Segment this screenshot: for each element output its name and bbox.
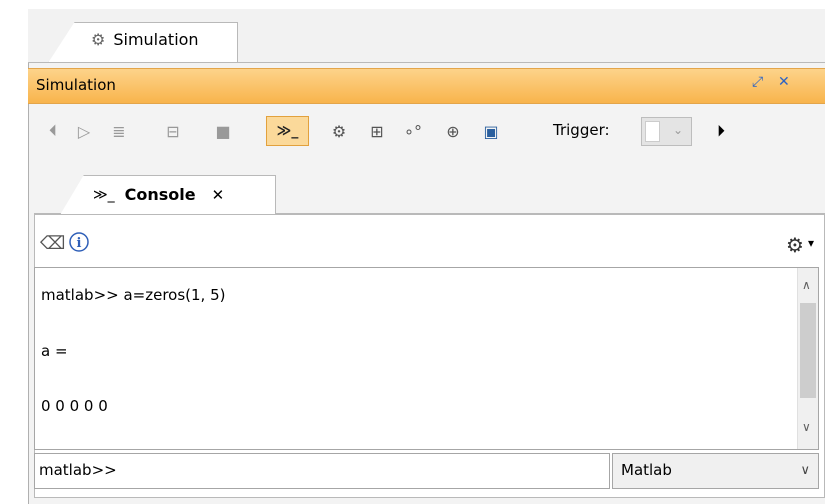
close-icon[interactable]: ✕ xyxy=(778,74,790,90)
tab-simulation-label: Simulation xyxy=(113,30,199,49)
chevron-right-icon[interactable]: ⏵ xyxy=(708,118,734,144)
chevron-down-icon: ∨ xyxy=(800,463,810,478)
scroll-up-icon[interactable]: ∧ xyxy=(802,278,811,292)
panel-header xyxy=(28,68,825,104)
command-input[interactable]: matlab>> xyxy=(34,453,610,489)
console-toggle-button[interactable]: ≫_ xyxy=(266,116,309,146)
step-back-icon[interactable]: ⏴ xyxy=(40,118,66,144)
console-tab-label: Console xyxy=(124,185,196,204)
tab-simulation[interactable]: ⚙ Simulation xyxy=(48,22,238,63)
export-icon[interactable]: ▣ xyxy=(478,118,504,144)
nodes-icon[interactable]: ∘° xyxy=(400,118,426,144)
output-line: 0 0 0 0 0 xyxy=(41,397,108,415)
simulation-icon[interactable]: ⚙ xyxy=(326,118,352,144)
console-tab-icon: ≫_ xyxy=(93,186,115,203)
step-over-icon[interactable]: ⊟ xyxy=(160,118,186,144)
scroll-down-icon[interactable]: ∨ xyxy=(802,420,811,434)
console-icon: ≫_ xyxy=(276,123,299,139)
stop-icon[interactable]: ■ xyxy=(210,118,236,144)
eraser-icon[interactable]: ⌫ xyxy=(40,233,65,254)
simulation-gear-icon: ⚙ xyxy=(91,30,106,49)
restore-icon[interactable]: ⤢ xyxy=(752,74,763,90)
language-select-value: Matlab xyxy=(621,461,672,479)
language-select[interactable]: Matlab ∨ xyxy=(612,453,819,489)
tab-console[interactable]: ≫_ Console ✕ xyxy=(60,175,276,215)
output-line: matlab>> a=zeros(1, 5) xyxy=(41,286,226,304)
chevron-down-icon[interactable]: ▾ xyxy=(808,236,814,250)
tree-icon[interactable]: ⊞ xyxy=(364,118,390,144)
chevron-down-icon: ⌄ xyxy=(672,123,683,137)
gear-icon[interactable]: ⚙ xyxy=(786,233,804,257)
output-line: a = xyxy=(41,342,68,360)
lock-icon[interactable]: ⊕ xyxy=(440,118,466,144)
scroll-thumb[interactable] xyxy=(800,303,816,398)
step-into-icon[interactable]: ≣ xyxy=(106,118,132,144)
close-icon[interactable]: ✕ xyxy=(212,186,225,204)
trigger-select[interactable]: ⌄ xyxy=(641,117,692,146)
trigger-value xyxy=(645,121,660,142)
step-forward-icon[interactable]: ▷ xyxy=(71,118,97,144)
svg-text:i: i xyxy=(77,236,82,251)
panel-title: Simulation xyxy=(36,76,116,94)
scrollbar[interactable]: ∧ ∨ xyxy=(797,268,818,449)
console-output[interactable]: matlab>> a=zeros(1, 5) a = 0 0 0 0 0 ∧ ∨ xyxy=(34,267,819,450)
info-icon[interactable]: i xyxy=(68,231,90,258)
trigger-label: Trigger: xyxy=(553,121,610,139)
